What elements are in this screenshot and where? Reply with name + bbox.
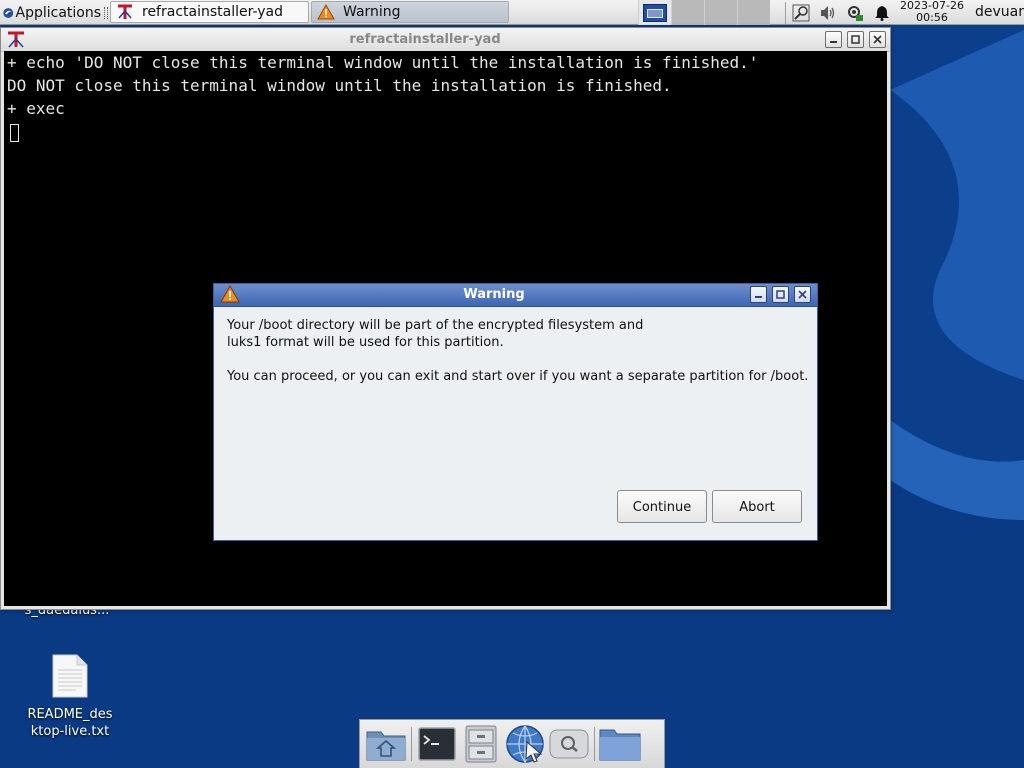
- terminal-cursor: [10, 123, 19, 142]
- workspace-4[interactable]: [737, 0, 770, 25]
- terminal-line: DO NOT close this terminal window until …: [7, 76, 672, 95]
- terminal-titlebar[interactable]: refractainstaller-yad: [1, 28, 890, 52]
- desktop-icon-label[interactable]: README_des ktop-live.txt: [15, 706, 125, 740]
- panel-clock[interactable]: 2023-07-26 00:56: [896, 0, 968, 25]
- volume-icon[interactable]: [817, 2, 839, 24]
- close-icon: [798, 290, 807, 299]
- workspace-3[interactable]: [704, 0, 737, 25]
- warning-dialog: Warning Your /boot directory will be par…: [213, 283, 818, 541]
- folder-icon: [599, 729, 641, 761]
- user-name[interactable]: devuan: [975, 4, 1024, 20]
- close-icon: [873, 35, 882, 44]
- devuan-logo-icon: [3, 7, 14, 18]
- panel-handle[interactable]: [104, 6, 108, 19]
- search-icon: [549, 729, 589, 759]
- terminal-cursor-line: [4, 120, 887, 143]
- dock-search[interactable]: [547, 722, 591, 766]
- taskbar-item-label: refractainstaller-yad: [142, 4, 284, 20]
- continue-button[interactable]: Continue: [617, 490, 707, 523]
- tray-separator: [785, 1, 786, 24]
- abort-button[interactable]: Abort: [712, 490, 802, 523]
- workspace-preview-icon: [643, 3, 667, 22]
- minimize-button[interactable]: [750, 286, 767, 303]
- workspace-1[interactable]: [638, 0, 671, 25]
- top-panel: Applications refractainstaller-yad Warni…: [0, 0, 1024, 25]
- terminal-line: + exec: [7, 99, 65, 118]
- dock-separator: [594, 727, 595, 761]
- warning-icon: [317, 4, 335, 20]
- maximize-button[interactable]: [772, 286, 789, 303]
- web-browser-icon: [506, 725, 544, 764]
- terminal-line: + echo 'DO NOT close this terminal windo…: [7, 53, 759, 72]
- maximize-button[interactable]: [847, 31, 864, 48]
- maximize-icon: [776, 290, 785, 299]
- workspace-switcher: [638, 0, 770, 25]
- terminal-icon: [418, 727, 456, 761]
- taskbar-item-label: Warning: [343, 4, 401, 20]
- minimize-button[interactable]: [825, 31, 842, 48]
- dock-folder[interactable]: [598, 722, 642, 766]
- refracta-icon: [118, 4, 132, 19]
- dock-terminal[interactable]: [415, 722, 459, 766]
- maximize-icon: [851, 35, 860, 44]
- dialog-message-line: You can proceed, or you can exit and sta…: [227, 369, 809, 384]
- dock-home-folder[interactable]: [364, 722, 408, 766]
- file-manager-icon: [465, 725, 497, 763]
- taskbar-item-warning[interactable]: Warning: [311, 1, 509, 23]
- dialog-message-line: Your /boot directory will be part of the…: [227, 318, 644, 333]
- taskbar-item-refractainstaller[interactable]: refractainstaller-yad: [110, 1, 309, 23]
- close-button[interactable]: [869, 31, 886, 48]
- dock: [359, 719, 665, 768]
- window-controls: [820, 31, 886, 48]
- notifications-bell-icon[interactable]: [871, 2, 893, 24]
- system-tray: [785, 0, 898, 25]
- workspace-2[interactable]: [671, 0, 704, 25]
- applications-label: Applications: [15, 4, 102, 21]
- desktop-icon-label-line2: ktop-live.txt: [30, 724, 110, 739]
- text-file-icon[interactable]: [50, 654, 90, 698]
- home-folder-icon: [366, 731, 406, 761]
- clock-time: 00:56: [916, 11, 948, 24]
- updates-icon[interactable]: [844, 2, 866, 24]
- minimize-icon: [755, 296, 762, 298]
- minimize-icon: [830, 41, 837, 43]
- window-controls: [745, 286, 811, 303]
- dialog-message: Your /boot directory will be part of the…: [227, 317, 812, 385]
- window-title: refractainstaller-yad: [349, 32, 501, 47]
- desktop-icon-label-line1: README_des: [27, 707, 113, 722]
- dialog-title: Warning: [463, 287, 525, 302]
- dialog-message-line: luks1 format will be used for this parti…: [227, 335, 504, 350]
- close-button[interactable]: [794, 286, 811, 303]
- dock-separator: [411, 727, 412, 761]
- applications-menu-button[interactable]: Applications: [0, 0, 108, 25]
- dialog-titlebar[interactable]: Warning: [214, 284, 817, 307]
- search-tray-icon[interactable]: [790, 2, 812, 24]
- dock-file-manager[interactable]: [459, 722, 503, 766]
- dock-web-browser[interactable]: [503, 722, 547, 766]
